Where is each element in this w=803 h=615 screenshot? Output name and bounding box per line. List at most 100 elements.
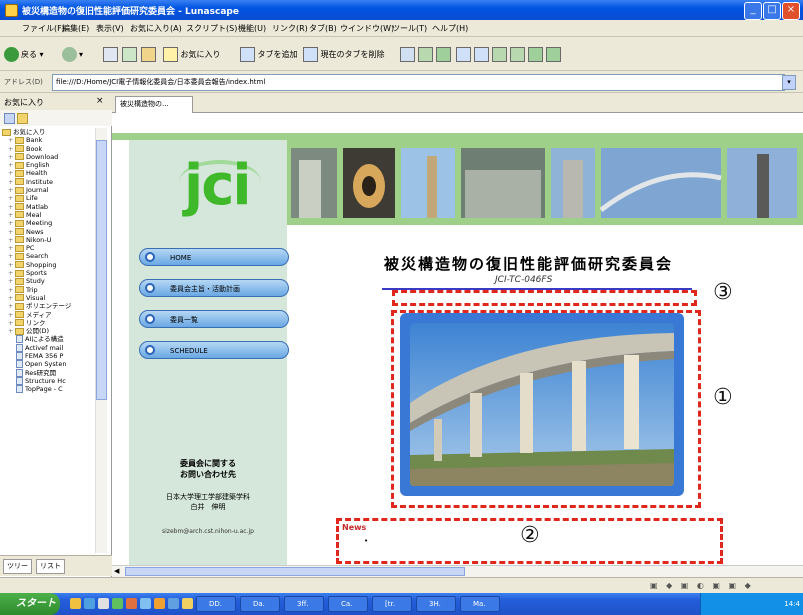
expand-icon[interactable]: + [8, 186, 15, 194]
quicklaunch-icon[interactable] [126, 598, 137, 609]
favorite-folder[interactable]: + リンク [2, 319, 94, 327]
favorite-folder[interactable]: + News [2, 228, 94, 236]
favorite-folder[interactable]: + Matlab [2, 203, 94, 211]
expand-icon[interactable]: + [8, 161, 15, 169]
favorite-folder[interactable]: + Download [2, 153, 94, 161]
favorites-scroll-thumb[interactable] [96, 140, 107, 400]
expand-icon[interactable]: + [8, 302, 15, 310]
expand-icon[interactable]: + [8, 269, 15, 277]
expand-icon[interactable]: + [8, 319, 15, 327]
taskbar-task[interactable]: Ma. [460, 596, 500, 612]
favorite-folder[interactable]: + Visual [2, 294, 94, 302]
tool-icon-7[interactable] [510, 46, 525, 64]
expand-icon[interactable]: + [8, 261, 15, 269]
favorite-folder[interactable]: + ポリエンテージ [2, 302, 94, 310]
add-tab-button[interactable]: タブを追加 [240, 46, 298, 64]
favorite-folder[interactable]: + Bank [2, 136, 94, 144]
close-tab-button[interactable]: 現在のタブを削除 [303, 46, 385, 64]
favorite-folder[interactable]: + Book [2, 145, 94, 153]
expand-icon[interactable]: + [8, 211, 15, 219]
nav-purpose-button[interactable]: 委員会主旨・活動計画 [139, 279, 289, 297]
menu-help[interactable]: ヘルプ(H) [432, 23, 468, 34]
expand-icon[interactable]: + [8, 236, 15, 244]
taskbar-task[interactable]: Da. [240, 596, 280, 612]
address-dropdown-button[interactable]: ▾ [782, 75, 796, 90]
close-button[interactable]: × [782, 2, 800, 20]
favorite-folder[interactable]: + Meeting [2, 219, 94, 227]
expand-icon[interactable]: + [8, 286, 15, 294]
page-scroll-thumb[interactable] [125, 567, 465, 576]
menu-edit[interactable]: 編集(E) [62, 23, 89, 34]
back-button[interactable]: 戻る ▾ [4, 46, 44, 64]
expand-icon[interactable]: + [8, 136, 15, 144]
favorite-link[interactable]: Structure Hc [2, 376, 94, 385]
taskbar-task[interactable]: 3ff. [284, 596, 324, 612]
expand-icon[interactable]: + [8, 327, 15, 335]
quicklaunch-icon[interactable] [168, 598, 179, 609]
quicklaunch-icon[interactable] [182, 598, 193, 609]
favorite-link[interactable]: FEMA 356 P [2, 352, 94, 361]
window-title-bar[interactable]: 被災構造物の復旧性能評価研究委員会 - Lunascape _ □ × [0, 0, 803, 20]
nav-home-button[interactable]: HOME [139, 248, 289, 266]
taskbar-task[interactable]: 3H. [416, 596, 456, 612]
favorites-tab-list[interactable]: リスト [36, 559, 65, 574]
favorite-folder[interactable]: + Sports [2, 269, 94, 277]
expand-icon[interactable]: + [8, 145, 15, 153]
favorite-folder[interactable]: + Trip [2, 286, 94, 294]
refresh-button[interactable] [122, 46, 137, 64]
contact-email-link[interactable]: sizebm@arch.cst.nihon-u.ac.jp [129, 528, 287, 535]
favorites-button[interactable]: お気に入り [163, 46, 221, 64]
favorite-link[interactable]: TopPage - C [2, 385, 94, 394]
quicklaunch-icon[interactable] [112, 598, 123, 609]
favorites-close-button[interactable]: × [96, 96, 104, 106]
menu-script[interactable]: スクリプト(S) [186, 23, 237, 34]
tool-icon-3[interactable] [436, 46, 451, 64]
quicklaunch-icon[interactable] [140, 598, 151, 609]
favorite-folder[interactable]: + Journal [2, 186, 94, 194]
favorites-tab-tree[interactable]: ツリー [3, 559, 32, 574]
favorite-link[interactable]: Activef mail [2, 343, 94, 352]
add-favorite-icon[interactable] [4, 113, 15, 124]
favorite-folder[interactable]: + PC [2, 244, 94, 252]
favorite-folder[interactable]: + Health [2, 169, 94, 177]
tool-icon-5[interactable] [474, 46, 489, 64]
page-horizontal-scrollbar[interactable]: ◀ [112, 565, 803, 577]
favorite-folder[interactable]: + Institute [2, 178, 94, 186]
start-button[interactable]: スタート [0, 593, 60, 615]
expand-icon[interactable]: + [8, 244, 15, 252]
forward-button[interactable]: ▾ [62, 46, 83, 64]
favorite-folder[interactable]: + Shopping [2, 261, 94, 269]
nav-schedule-button[interactable]: SCHEDULE [139, 341, 289, 359]
favorite-folder[interactable]: + Meal [2, 211, 94, 219]
favorite-folder[interactable]: + Life [2, 194, 94, 202]
favorite-folder[interactable]: + メディア [2, 311, 94, 319]
favorite-folder[interactable]: + Search [2, 252, 94, 260]
quicklaunch-icon[interactable] [70, 598, 81, 609]
tool-icon-9[interactable] [546, 46, 561, 64]
stop-button[interactable] [103, 46, 118, 64]
quicklaunch-icon[interactable] [154, 598, 165, 609]
browser-tab-active[interactable]: 被災構造物の... [115, 96, 193, 114]
expand-icon[interactable]: + [8, 153, 15, 161]
home-button[interactable] [141, 46, 156, 64]
favorites-scrollbar[interactable] [95, 128, 107, 553]
address-input[interactable]: file:///D:/Home/JCI電子情報化委員会/日本委員会報告/inde… [52, 74, 785, 91]
tool-icon-2[interactable] [418, 46, 433, 64]
expand-icon[interactable]: + [8, 252, 15, 260]
menu-tools[interactable]: ツール(T) [392, 23, 427, 34]
expand-icon[interactable]: + [8, 194, 15, 202]
taskbar-task[interactable]: [tr. [372, 596, 412, 612]
menu-tab[interactable]: タブ(B) [309, 23, 337, 34]
menu-function[interactable]: 機能(U) [238, 23, 266, 34]
new-folder-icon[interactable] [17, 113, 28, 124]
favorite-link[interactable]: AIによる構造 [2, 335, 94, 344]
maximize-button[interactable]: □ [763, 2, 781, 20]
nav-members-button[interactable]: 委員一覧 [139, 310, 289, 328]
tool-icon-4[interactable] [456, 46, 471, 64]
quicklaunch-icon[interactable] [84, 598, 95, 609]
menu-link[interactable]: リンク(R) [272, 23, 308, 34]
expand-icon[interactable]: + [8, 311, 15, 319]
expand-icon[interactable]: + [8, 277, 15, 285]
tool-icon-6[interactable] [492, 46, 507, 64]
clock[interactable]: 14:4 [784, 600, 800, 608]
